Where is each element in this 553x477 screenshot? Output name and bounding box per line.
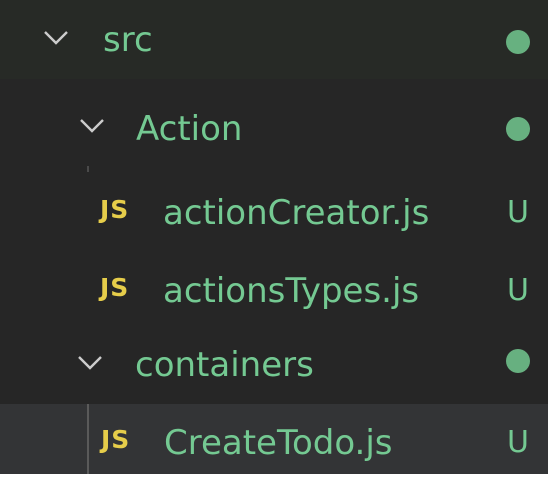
file-explorer: src Action JS actionCreator.js U JS acti… — [0, 0, 553, 477]
javascript-file-icon: JS — [100, 273, 130, 302]
folder-containers-row[interactable]: containers — [0, 327, 548, 406]
modified-indicator-dot — [506, 349, 530, 373]
folder-label: src — [103, 20, 153, 60]
folder-label: Action — [136, 109, 243, 149]
file-createtodo-row[interactable]: JS CreateTodo.js U — [0, 404, 548, 474]
folder-action-row[interactable]: Action — [0, 89, 548, 168]
explorer-panel: src Action JS actionCreator.js U JS acti… — [0, 0, 548, 474]
folder-label: containers — [135, 345, 314, 385]
modified-indicator-dot — [506, 117, 530, 141]
file-actionstypes-row[interactable]: JS actionsTypes.js U — [0, 250, 548, 329]
untracked-status-badge: U — [507, 425, 529, 460]
folder-src-row[interactable]: src — [0, 0, 548, 79]
javascript-file-icon: JS — [101, 425, 131, 454]
chevron-down-icon[interactable] — [76, 348, 112, 384]
untracked-status-badge: U — [507, 195, 529, 230]
file-actioncreator-row[interactable]: JS actionCreator.js U — [0, 172, 548, 251]
indent-guide — [87, 404, 89, 474]
javascript-file-icon: JS — [100, 195, 130, 224]
chevron-down-icon[interactable] — [42, 23, 78, 59]
untracked-status-badge: U — [507, 273, 529, 308]
file-label: CreateTodo.js — [164, 423, 393, 463]
modified-indicator-dot — [506, 30, 530, 54]
chevron-down-icon[interactable] — [78, 111, 114, 147]
file-label: actionsTypes.js — [163, 271, 420, 311]
file-label: actionCreator.js — [163, 193, 430, 233]
